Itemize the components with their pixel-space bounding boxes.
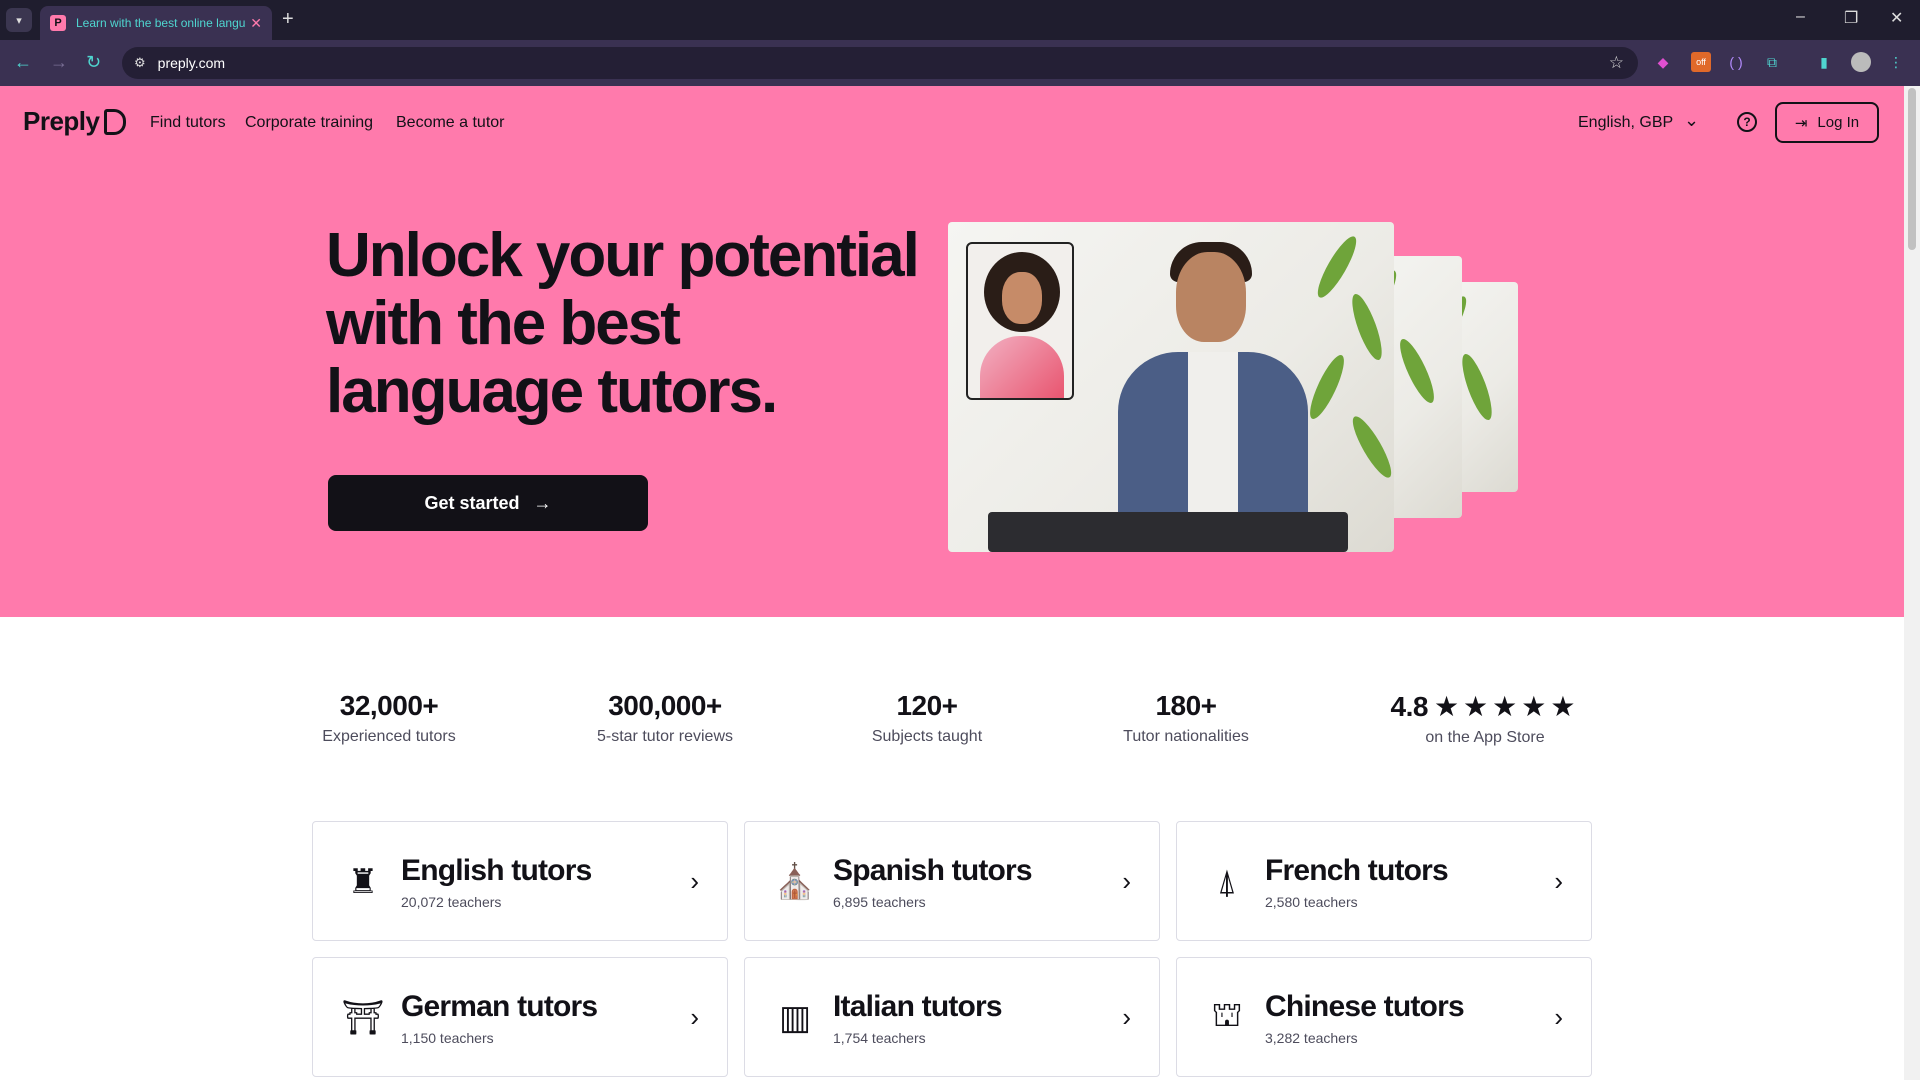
browser-toolbar: ← → ↻ ⚙ preply.com ☆ ◆ off ( ) ⧉ ▮ ⋮: [0, 40, 1920, 86]
chevron-right-icon: ›: [690, 866, 699, 896]
chevron-right-icon: ›: [690, 1002, 699, 1032]
subject-card-french[interactable]: ⍋ French tutors 2,580 teachers ›: [1176, 821, 1592, 941]
rating-value: 4.8: [1390, 691, 1429, 722]
preply-favicon-icon: P: [50, 15, 66, 31]
chevron-right-icon: ›: [1554, 1002, 1563, 1032]
profile-avatar[interactable]: [1851, 52, 1871, 72]
card-title: Chinese tutors: [1265, 990, 1465, 1023]
hero-headline: Unlock your potential with the best lang…: [326, 221, 920, 426]
card-count: 3,282 teachers: [1265, 1030, 1358, 1046]
stat-tutors: 32,000+ Experienced tutors: [318, 690, 460, 746]
subject-card-chinese[interactable]: ⛫ Chinese tutors 3,282 teachers ›: [1176, 957, 1592, 1077]
card-title: Spanish tutors: [833, 854, 1033, 887]
pisa-tower-icon: ▥: [778, 999, 812, 1037]
card-count: 2,580 teachers: [1265, 894, 1358, 910]
stat-value: 180+: [1155, 690, 1217, 721]
hero-video-illustration: [948, 222, 1518, 552]
stat-reviews: 300,000+ 5-star tutor reviews: [590, 690, 740, 746]
side-panel-icon[interactable]: ▮: [1814, 52, 1834, 72]
chevron-down-icon[interactable]: ⌄: [1684, 110, 1699, 131]
site-info-icon[interactable]: ⚙: [134, 55, 146, 71]
card-title: German tutors: [401, 990, 598, 1023]
forward-arrow-icon[interactable]: →: [50, 52, 68, 73]
card-count: 1,754 teachers: [833, 1030, 926, 1046]
subject-card-german[interactable]: ⛩ German tutors 1,150 teachers ›: [312, 957, 728, 1077]
stat-value: 120+: [896, 690, 958, 721]
restore-button[interactable]: ❐: [1844, 8, 1858, 28]
minimize-button[interactable]: –: [1796, 8, 1805, 26]
back-arrow-icon[interactable]: ←: [14, 52, 32, 73]
get-started-button[interactable]: Get started →: [328, 475, 648, 531]
stat-nationalities: 180+ Tutor nationalities: [1116, 690, 1256, 746]
card-title: English tutors: [401, 854, 592, 887]
stat-label: on the App Store: [1425, 729, 1545, 746]
five-stars-icon: ★★★★★: [1433, 691, 1580, 722]
brandenburg-gate-icon: ⛩: [341, 999, 385, 1037]
tutor-figure: [1118, 242, 1308, 552]
stat-value: 4.8 ★★★★★: [1380, 690, 1590, 723]
browser-menu-icon[interactable]: ⋮: [1886, 52, 1906, 72]
tab-title: Learn with the best online language tuto…: [76, 16, 246, 30]
chevron-right-icon: ›: [1554, 866, 1563, 896]
bookmark-star-icon[interactable]: ☆: [1609, 53, 1624, 73]
great-wall-icon: ⛫: [1211, 996, 1243, 1034]
stat-label: Subjects taught: [871, 728, 983, 745]
login-label: Log In: [1817, 114, 1860, 131]
arrow-right-icon: →: [533, 492, 552, 513]
nav-find-tutors[interactable]: Find tutors: [150, 114, 226, 132]
stat-subjects: 120+ Subjects taught: [862, 690, 992, 746]
stat-app-rating: 4.8 ★★★★★ on the App Store: [1380, 690, 1590, 747]
chevron-right-icon: ›: [1122, 1002, 1131, 1032]
language-currency-selector[interactable]: English, GBP: [1578, 114, 1673, 132]
card-title: French tutors: [1265, 854, 1449, 887]
stat-value: 32,000+: [339, 690, 439, 721]
preply-logo-mark-icon: [103, 108, 126, 135]
stat-label: Tutor nationalities: [1123, 728, 1249, 745]
stat-label: Experienced tutors: [322, 728, 456, 745]
hero-section: Preply Find tutors Corporate training Be…: [0, 86, 1904, 617]
help-icon[interactable]: ?: [1737, 112, 1757, 132]
browser-tab[interactable]: P Learn with the best online language tu…: [40, 6, 272, 40]
subject-card-italian[interactable]: ▥ Italian tutors 1,754 teachers ›: [744, 957, 1160, 1077]
preply-logo[interactable]: Preply: [23, 106, 126, 137]
url-text: preply.com: [157, 55, 226, 71]
subject-card-english[interactable]: ♜ English tutors 20,072 teachers ›: [312, 821, 728, 941]
logo-text: Preply: [23, 106, 100, 136]
subject-card-spanish[interactable]: ⛪ Spanish tutors 6,895 teachers ›: [744, 821, 1160, 941]
big-ben-icon: ♜: [347, 863, 379, 901]
close-tab-icon[interactable]: ✕: [250, 15, 262, 32]
page-scrollbar[interactable]: [1904, 86, 1920, 1080]
login-button[interactable]: ⇥ Log In: [1775, 102, 1879, 143]
extension-off-icon[interactable]: off: [1691, 52, 1711, 72]
close-window-button[interactable]: ✕: [1890, 8, 1903, 28]
tab-search-button[interactable]: ▾: [6, 8, 32, 32]
card-count: 1,150 teachers: [401, 1030, 494, 1046]
address-bar[interactable]: ⚙ preply.com ☆: [122, 47, 1638, 79]
card-count: 6,895 teachers: [833, 894, 926, 910]
student-video-inset: [966, 242, 1074, 400]
card-count: 20,072 teachers: [401, 894, 502, 910]
reload-icon[interactable]: ↻: [86, 52, 101, 73]
keyboard-illustration: [988, 512, 1348, 552]
eiffel-tower-icon: ⍋: [1216, 862, 1238, 901]
extension-brackets-icon[interactable]: ( ): [1726, 52, 1746, 72]
stat-label: 5-star tutor reviews: [596, 728, 734, 745]
nav-become-a-tutor[interactable]: Become a tutor: [396, 114, 505, 132]
extensions-puzzle-icon[interactable]: ⧉: [1762, 52, 1782, 72]
new-tab-button[interactable]: +: [282, 8, 294, 31]
stat-value: 300,000+: [608, 690, 722, 721]
video-frame-main: [948, 222, 1394, 552]
extension-color-icon[interactable]: ◆: [1653, 52, 1673, 72]
sagrada-familia-icon: ⛪: [773, 863, 817, 901]
browser-tab-bar: ▾ P Learn with the best online language …: [0, 0, 1920, 40]
scrollbar-thumb[interactable]: [1908, 88, 1916, 250]
card-title: Italian tutors: [833, 990, 1003, 1023]
chevron-right-icon: ›: [1122, 866, 1131, 896]
login-icon: ⇥: [1794, 114, 1808, 132]
nav-corporate-training[interactable]: Corporate training: [245, 114, 373, 132]
get-started-label: Get started: [424, 492, 520, 513]
